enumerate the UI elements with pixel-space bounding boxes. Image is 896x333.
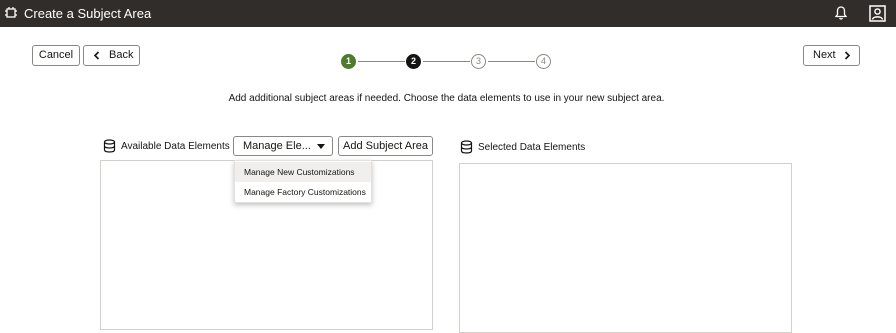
step-train: 1 2 3 4 xyxy=(341,54,553,70)
manage-elements-menu: Manage New Customizations Manage Factory… xyxy=(234,160,372,203)
add-subject-area-button[interactable]: Add Subject Area xyxy=(338,136,433,156)
chevron-left-icon xyxy=(93,51,100,60)
caret-down-icon xyxy=(317,144,325,149)
train-step-4[interactable]: 4 xyxy=(536,54,551,69)
back-button[interactable]: Back xyxy=(83,45,140,66)
page-title: Create a Subject Area xyxy=(24,6,152,21)
database-icon xyxy=(103,139,116,153)
cancel-button[interactable]: Cancel xyxy=(32,45,80,66)
instructions-text: Add additional subject areas if needed. … xyxy=(228,93,665,104)
available-data-elements-label: Available Data Elements xyxy=(121,141,230,152)
cancel-button-label: Cancel xyxy=(38,49,74,61)
train-connector xyxy=(488,61,535,62)
train-step-2[interactable]: 2 xyxy=(406,54,421,69)
add-subject-area-button-label: Add Subject Area xyxy=(342,140,428,152)
train-connector xyxy=(358,61,405,62)
user-avatar-icon[interactable] xyxy=(869,5,886,22)
back-button-label: Back xyxy=(109,49,134,61)
manage-elements-dropdown-label: Manage Ele... xyxy=(243,140,311,152)
next-button[interactable]: Next xyxy=(803,45,860,66)
database-icon xyxy=(460,140,473,154)
selected-data-elements-label: Selected Data Elements xyxy=(478,142,586,153)
train-connector xyxy=(423,61,470,62)
menu-item-manage-new-customizations[interactable]: Manage New Customizations xyxy=(235,162,371,182)
train-step-1[interactable]: 1 xyxy=(341,54,356,69)
bell-icon[interactable] xyxy=(834,5,848,21)
next-button-label: Next xyxy=(813,49,836,61)
top-bar: Create a Subject Area xyxy=(0,0,896,27)
train-step-3[interactable]: 3 xyxy=(471,54,486,69)
selected-data-elements-list[interactable] xyxy=(459,163,792,333)
chevron-right-icon xyxy=(844,51,851,60)
menu-item-manage-factory-customizations[interactable]: Manage Factory Customizations xyxy=(235,182,371,202)
subject-area-icon xyxy=(5,7,17,18)
manage-elements-dropdown[interactable]: Manage Ele... xyxy=(233,136,333,156)
